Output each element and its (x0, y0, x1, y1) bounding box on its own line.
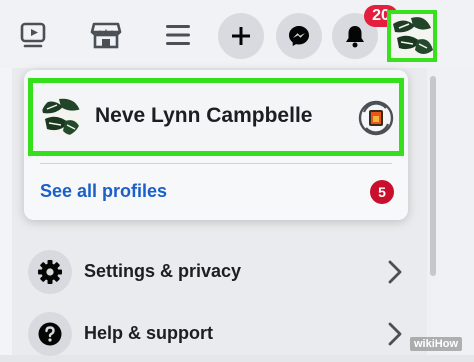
watch-icon[interactable] (14, 14, 54, 56)
menu-item-settings-privacy[interactable]: Settings & privacy (24, 244, 414, 300)
scrollbar-thumb[interactable] (430, 76, 436, 276)
account-avatar-button[interactable] (387, 10, 437, 62)
menu-label-help-support: Help & support (84, 323, 213, 343)
wikihow-watermark: wikiHow (410, 337, 463, 351)
top-navigation-bar: 20 (0, 0, 474, 68)
profile-name: Neve Lynn Campbelle (95, 104, 313, 127)
messenger-icon (289, 26, 309, 46)
messenger-button[interactable] (276, 13, 322, 59)
plus-icon (232, 27, 250, 45)
bell-icon (346, 26, 364, 48)
menu-icon[interactable] (158, 14, 198, 56)
chevron-right-icon (382, 320, 406, 348)
current-profile-row[interactable]: Neve Lynn Campbelle (28, 78, 404, 156)
profile-avatar (41, 97, 81, 137)
switch-profile-icon[interactable] (358, 100, 394, 136)
card-divider (40, 163, 392, 164)
menu-label-settings-privacy: Settings & privacy (84, 261, 242, 281)
chevron-right-icon (382, 258, 406, 286)
menu-item-help-support[interactable]: Help & support (24, 306, 414, 362)
see-all-profiles-link[interactable]: See all profiles (40, 181, 167, 202)
question-icon (28, 312, 72, 356)
marketplace-icon[interactable] (86, 14, 126, 56)
page-background-right (439, 68, 474, 355)
page-background-left (0, 68, 12, 355)
gear-icon (28, 250, 72, 294)
create-button[interactable] (218, 13, 264, 59)
profiles-count-badge: 5 (370, 180, 394, 204)
monstera-leaf-avatar (391, 14, 433, 58)
